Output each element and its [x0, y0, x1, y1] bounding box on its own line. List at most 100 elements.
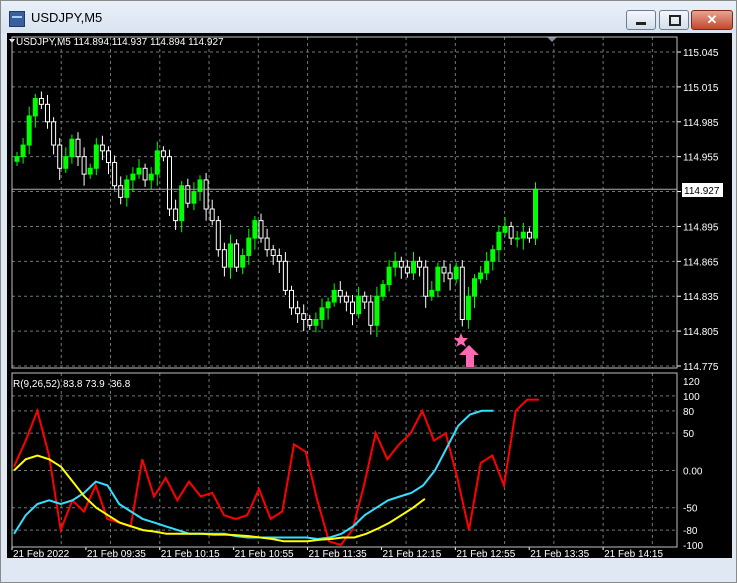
- candle-body: [484, 260, 490, 274]
- candle-body: [112, 161, 118, 187]
- candle-body: [240, 255, 246, 268]
- chart-area[interactable]: 115.045115.015114.985114.955114.925114.8…: [7, 33, 732, 558]
- candle-body: [380, 284, 386, 297]
- time-tick-label: 21 Feb 11:35: [309, 549, 368, 558]
- maximize-button[interactable]: [659, 10, 689, 30]
- candle-body: [423, 266, 429, 297]
- chart-shift-marker-icon[interactable]: [547, 37, 557, 42]
- candle-body: [404, 266, 410, 274]
- candle-body: [87, 167, 93, 175]
- time-tick-label: 21 Feb 12:55: [456, 549, 515, 558]
- candle-body: [148, 173, 154, 181]
- time-tick-label: 21 Feb 12:15: [382, 549, 441, 558]
- candle-body: [496, 231, 502, 251]
- candle-body: [502, 225, 508, 233]
- candle-body: [313, 318, 319, 326]
- current-price-label: 114.927: [684, 186, 720, 197]
- indicator-tick-label: 100: [683, 392, 700, 403]
- candle-body: [215, 220, 221, 251]
- main-panel-grid: [12, 37, 677, 368]
- close-icon: ✕: [706, 12, 718, 27]
- window-title: USDJPY,M5: [31, 10, 103, 25]
- candle-body: [185, 185, 191, 204]
- candle-body: [453, 266, 459, 280]
- candle-body: [75, 138, 81, 158]
- price-tick-label: 114.955: [683, 153, 719, 164]
- price-tick-label: 114.805: [683, 327, 719, 338]
- time-tick-label: 21 Feb 10:15: [161, 549, 220, 558]
- time-tick-label: 21 Feb 09:35: [87, 549, 146, 558]
- price-tick-label: 114.865: [683, 257, 719, 268]
- candle-body: [386, 266, 392, 286]
- price-tick-label: 115.015: [683, 83, 719, 94]
- candle-body: [136, 167, 142, 175]
- candle-body: [191, 191, 197, 204]
- candle-body: [228, 243, 233, 268]
- minimize-button[interactable]: [626, 10, 656, 30]
- candle-body: [325, 301, 331, 309]
- price-tick-label: 114.895: [683, 222, 719, 233]
- candle-body: [63, 156, 69, 169]
- candle-body: [350, 301, 355, 315]
- candle-body: [307, 318, 313, 326]
- candle-body: [197, 179, 203, 193]
- candle-body: [32, 98, 38, 117]
- indicator-line-1: [13, 398, 539, 547]
- status-strip: [7, 558, 732, 578]
- candle-body: [490, 249, 496, 262]
- candle-body: [167, 156, 172, 210]
- candle-body: [124, 179, 130, 198]
- price-tick-label: 114.835: [683, 292, 719, 303]
- candle-body: [289, 289, 294, 309]
- candle-body: [398, 260, 404, 268]
- candle-body: [154, 150, 160, 175]
- title-bar[interactable]: USDJPY,M5 ✕: [1, 1, 736, 33]
- candle-body: [411, 260, 416, 274]
- candle-body: [173, 208, 179, 222]
- candle-body: [252, 220, 258, 239]
- candle-body: [246, 237, 252, 257]
- minimize-icon: [636, 22, 646, 25]
- indicator-tick-label: -100: [683, 541, 703, 552]
- candle-body: [26, 115, 32, 146]
- indicator-tick-label: 120: [683, 377, 700, 388]
- candle-body: [203, 179, 209, 210]
- candle-body: [343, 295, 349, 303]
- candle-body: [301, 313, 307, 320]
- candle-body: [417, 260, 423, 268]
- candle-body: [276, 255, 282, 262]
- candle-body: [81, 156, 87, 175]
- candle-body: [38, 98, 44, 105]
- candle-body: [337, 289, 343, 297]
- candle-body: [118, 185, 124, 198]
- candle-body: [514, 237, 520, 240]
- time-tick-label: 21 Feb 2022: [13, 549, 70, 558]
- indicator-line-2: [13, 409, 494, 541]
- time-tick-label: 21 Feb 13:35: [530, 549, 589, 558]
- candle-body: [362, 295, 368, 303]
- sub-panel-header: R(9,26,52) 83.8 73.9 -36.8: [13, 379, 131, 390]
- candle-body: [478, 272, 484, 280]
- candle-body: [142, 167, 148, 181]
- close-button[interactable]: ✕: [691, 10, 733, 30]
- indicator-tick-label: -80: [683, 526, 698, 537]
- star-icon: [454, 333, 468, 347]
- price-tick-label: 115.045: [683, 48, 719, 59]
- time-tick-label: 21 Feb 14:15: [604, 549, 663, 558]
- candle-body: [179, 185, 185, 222]
- candle-body: [356, 295, 362, 315]
- candle-body: [435, 266, 441, 291]
- candle-body: [319, 307, 325, 320]
- terminal-window: USDJPY,M5 ✕ 115.045 115.015 114.985 114.955…: [0, 0, 737, 583]
- candle-body: [264, 237, 270, 251]
- candle-body: [459, 266, 465, 320]
- price-tick-label: 114.985: [683, 118, 719, 129]
- candle-body: [69, 138, 75, 158]
- maximize-icon: [669, 15, 681, 26]
- time-axis: 21 Feb 2022 21 Feb 09:35 21 Feb 10:15 21 Fe…: [11, 547, 663, 558]
- candle-body: [130, 173, 136, 181]
- candle-body: [234, 243, 240, 268]
- indicator-axis: 120 100 80 50 0.00 -50 -80 -100: [683, 377, 703, 552]
- candle-body: [106, 150, 111, 163]
- main-panel-header: USDJPY,M5 114.894 114.937 114.894 114.92…: [16, 37, 224, 48]
